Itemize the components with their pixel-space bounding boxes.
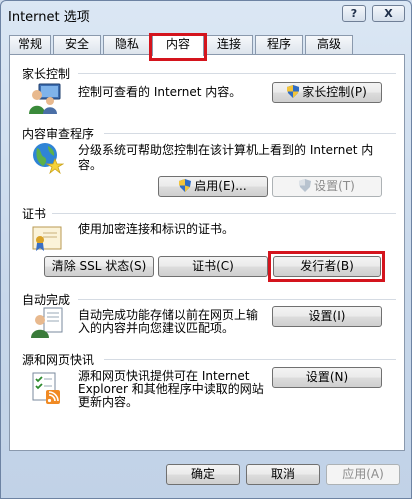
advisor-description-line1: 分级系统可帮助您控制在该计算机上看到的 Internet 内 (78, 143, 374, 157)
advisor-enable-button-label: 启用(E)... (194, 179, 247, 193)
advisor-description-line2: 容。 (78, 158, 103, 172)
parental-group-title: 家长控制 (22, 67, 71, 81)
title-bar: Internet 选项 ? X (1, 1, 411, 29)
advisor-group-title: 内容审查程序 (22, 127, 95, 141)
certificates-button[interactable]: 证书(C) (158, 256, 268, 277)
uac-shield-icon (299, 179, 312, 192)
certificate-icon (32, 226, 62, 251)
help-button[interactable]: ? (342, 5, 366, 22)
globe-rating-icon (33, 143, 64, 175)
uac-shield-icon (179, 179, 192, 192)
cancel-button[interactable]: 取消 (246, 464, 320, 485)
publishers-button-highlight (268, 251, 385, 282)
tab-security[interactable]: 安全 (53, 35, 101, 54)
parental-controls-button[interactable]: 家长控制(P) (272, 82, 382, 103)
clear-ssl-state-button[interactable]: 清除 SSL 状态(S) (44, 256, 154, 277)
uac-shield-icon (287, 85, 300, 98)
tab-privacy[interactable]: 隐私 (103, 35, 151, 54)
autocomplete-settings-button[interactable]: 设置(I) (272, 306, 382, 327)
internet-options-window: Internet 选项 ? X 常规 安全 隐私 内容 连接 程序 高级 家长控… (0, 0, 412, 499)
feeds-group-title: 源和网页快讯 (22, 353, 95, 367)
certificates-group-divider (52, 213, 396, 214)
rss-feed-icon (32, 372, 60, 404)
advisor-group-divider (104, 133, 396, 134)
autocomplete-description-line2: 入的内容并向您建议匹配项。 (78, 321, 235, 335)
close-button[interactable]: X (372, 5, 405, 22)
tab-content-highlight (149, 33, 207, 61)
ok-button[interactable]: 确定 (166, 464, 240, 485)
advisor-settings-button[interactable]: 设置(T) (272, 176, 382, 197)
tab-connections[interactable]: 连接 (205, 35, 253, 54)
feeds-settings-button[interactable]: 设置(N) (272, 367, 382, 388)
apply-button[interactable]: 应用(A) (326, 464, 400, 485)
advisor-enable-button[interactable]: 启用(E)... (158, 176, 268, 197)
tab-programs[interactable]: 程序 (255, 35, 303, 54)
parental-controls-button-label: 家长控制(P) (302, 85, 367, 99)
advisor-settings-button-label: 设置(T) (314, 179, 355, 193)
tab-advanced[interactable]: 高级 (305, 35, 353, 54)
content-tab-panel: 家长控制 控制可查看的 Internet 内容。 家长控制(P) 内容审查程序 (9, 54, 405, 451)
tab-bar: 常规 安全 隐私 内容 连接 程序 高级 (9, 33, 405, 61)
parental-description: 控制可查看的 Internet 内容。 (78, 85, 242, 99)
feeds-group-divider (104, 359, 396, 360)
window-title: Internet 选项 (8, 10, 90, 25)
certificates-group-title: 证书 (22, 207, 47, 221)
tab-general[interactable]: 常规 (9, 35, 51, 54)
certificates-description: 使用加密连接和标识的证书。 (78, 222, 235, 236)
feeds-description-line3: 更新内容。 (78, 395, 139, 409)
autocomplete-user-icon (31, 307, 63, 338)
autocomplete-group-divider (78, 299, 396, 300)
parental-users-icon (29, 83, 61, 114)
parental-group-divider (78, 73, 396, 74)
